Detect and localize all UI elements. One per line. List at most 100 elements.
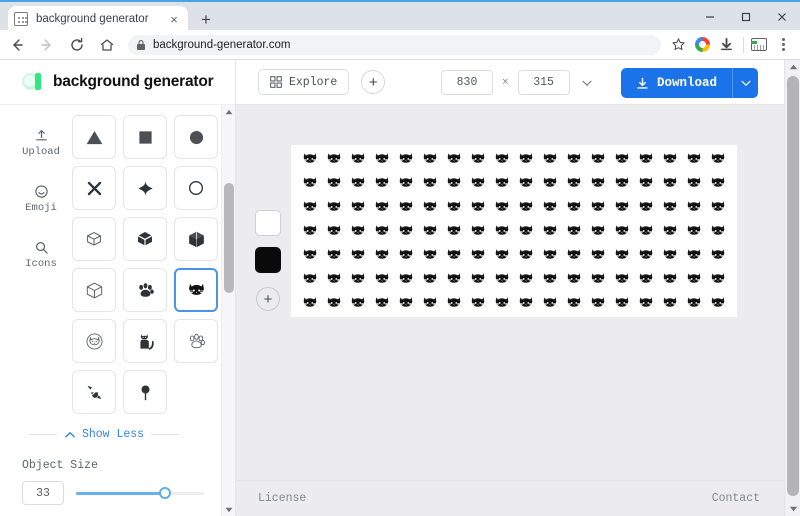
object-size-input[interactable]: 33 (22, 481, 64, 505)
pattern-cell (490, 267, 514, 291)
sidebar-tool-upload[interactable]: Upload (10, 119, 72, 167)
pattern-cell (562, 243, 586, 267)
pattern-cell (682, 291, 706, 315)
bookmark-star-icon[interactable] (667, 34, 689, 56)
sidebar-tool-icons[interactable]: Icons (10, 231, 72, 279)
maximize-icon[interactable] (728, 2, 764, 32)
object-tile-square[interactable] (123, 115, 167, 159)
pattern-cell (658, 195, 682, 219)
new-tab-button[interactable]: + (196, 9, 216, 29)
pattern-cell (634, 195, 658, 219)
pattern-cell (394, 267, 418, 291)
downloads-icon[interactable] (715, 34, 737, 56)
size-separator: × (502, 77, 509, 89)
object-size-slider[interactable] (76, 486, 204, 500)
sidebar-tool-emoji[interactable]: Emoji (10, 175, 72, 223)
editor-sidebar: background generator Objects Upload (0, 60, 236, 516)
extension-icon[interactable] (691, 34, 713, 56)
close-icon[interactable] (764, 2, 800, 32)
object-tile-dog-face-circle[interactable] (72, 319, 116, 363)
pattern-cell (562, 171, 586, 195)
close-icon[interactable]: × (166, 11, 182, 27)
grid-icon (270, 76, 282, 88)
page-scrollbar[interactable] (784, 60, 800, 516)
address-bar[interactable]: background-generator.com (128, 35, 661, 55)
forward-arrow-icon[interactable] (34, 32, 60, 58)
object-tile-cat-face[interactable] (174, 268, 218, 312)
object-tile-sparkle[interactable] (123, 166, 167, 210)
swatch-object-color[interactable] (255, 247, 281, 273)
show-less-label: Show Less (82, 428, 144, 441)
object-tile-paw-filled[interactable] (123, 268, 167, 312)
contact-link[interactable]: Contact (712, 492, 760, 505)
pattern-cell (298, 291, 322, 315)
design-canvas[interactable] (291, 145, 737, 317)
minimize-icon[interactable] (692, 2, 728, 32)
object-tile-triangle[interactable] (72, 115, 116, 159)
pattern-cell (586, 243, 610, 267)
scroll-down-icon[interactable] (785, 502, 800, 516)
sidebar-tool-label: Emoji (25, 202, 57, 214)
chevron-down-icon[interactable] (579, 77, 593, 89)
download-options-button[interactable] (732, 68, 758, 98)
pattern-cell (634, 171, 658, 195)
pattern-cell (682, 219, 706, 243)
pattern-cell (466, 243, 490, 267)
pattern-cell (586, 171, 610, 195)
pattern-cell (346, 147, 370, 171)
show-less-row: Show Less (0, 428, 220, 441)
profile-avatar-icon[interactable] (748, 34, 770, 56)
download-button-group: Download (621, 68, 758, 98)
pattern-cell (418, 219, 442, 243)
pattern-cell (442, 291, 466, 315)
pattern-cell (682, 267, 706, 291)
back-arrow-icon[interactable] (4, 32, 30, 58)
pattern-cell (442, 219, 466, 243)
sidebar-scrollbar[interactable] (221, 105, 235, 516)
object-tile-box-3d-outline[interactable] (72, 268, 116, 312)
pattern-cell (538, 195, 562, 219)
license-link[interactable]: License (258, 492, 306, 505)
pattern-cell (682, 195, 706, 219)
canvas-width-input[interactable]: 830 (441, 70, 493, 95)
editor-toolbar: Explore + 830 × 315 Download (236, 60, 784, 105)
object-tile-lollipop[interactable] (123, 370, 167, 414)
download-button[interactable]: Download (621, 68, 732, 98)
pattern-cell (562, 291, 586, 315)
scroll-up-icon[interactable] (222, 105, 236, 118)
object-tile-cat-sitting[interactable] (123, 319, 167, 363)
reload-icon[interactable] (64, 32, 90, 58)
object-tile-cross[interactable] (72, 166, 116, 210)
pattern-cell (322, 219, 346, 243)
scroll-down-icon[interactable] (222, 503, 236, 516)
pattern-cell (370, 267, 394, 291)
app-brand[interactable]: background generator (0, 60, 235, 105)
pattern-cell (298, 147, 322, 171)
object-tile-box-3d-filled[interactable] (174, 217, 218, 261)
slider-thumb[interactable] (159, 487, 171, 499)
object-tile-candy[interactable] (72, 370, 116, 414)
swatch-background-color[interactable] (255, 210, 281, 236)
scroll-up-icon[interactable] (785, 60, 800, 74)
page-scroll-thumb[interactable] (787, 76, 799, 496)
download-icon (636, 77, 649, 90)
object-tile-circle-outline[interactable] (174, 166, 218, 210)
object-tile-open-box-filled[interactable] (123, 217, 167, 261)
explore-button[interactable]: Explore (258, 69, 349, 95)
home-icon[interactable] (94, 32, 120, 58)
add-object-button[interactable]: + (361, 70, 385, 94)
pattern-cell (514, 147, 538, 171)
browser-menu-icon[interactable] (772, 34, 794, 56)
pattern-cell (394, 219, 418, 243)
show-less-button[interactable]: Show Less (64, 428, 144, 441)
sidebar-scroll-thumb[interactable] (224, 183, 234, 293)
object-tile-open-box-outline[interactable] (72, 217, 116, 261)
object-tile-paw-outline[interactable] (174, 319, 218, 363)
pattern-cell (514, 243, 538, 267)
pattern-cell (538, 267, 562, 291)
canvas-height-input[interactable]: 315 (518, 70, 570, 95)
add-color-button[interactable]: + (256, 287, 280, 311)
browser-tab[interactable]: background generator × (8, 6, 188, 32)
address-bar-url: background-generator.com (153, 39, 290, 51)
object-tile-circle-filled[interactable] (174, 115, 218, 159)
